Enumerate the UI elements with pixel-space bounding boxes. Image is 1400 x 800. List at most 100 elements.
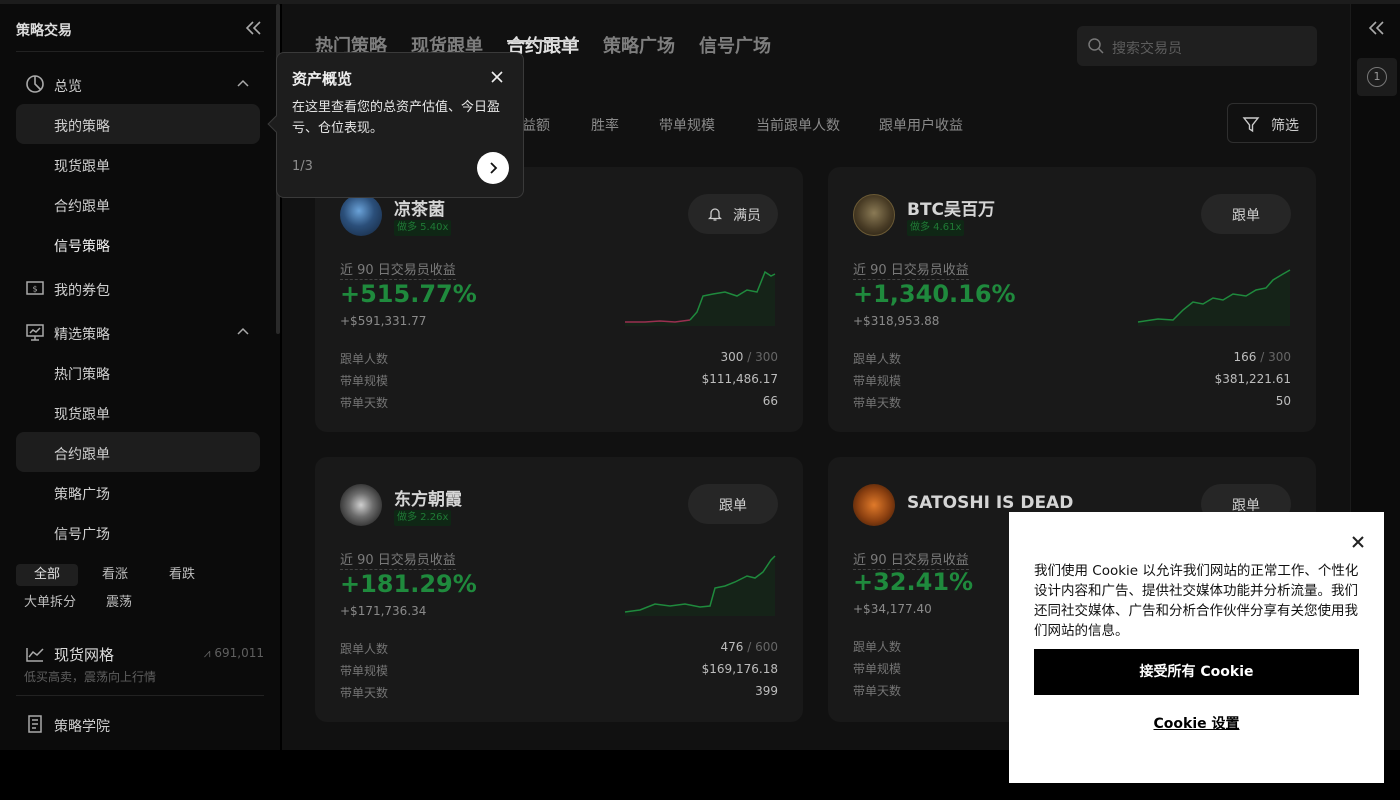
sidebar-item-academy[interactable]: 策略学院 [16,704,260,744]
collapse-left-icon[interactable] [244,18,264,38]
sidebar-item-hot[interactable]: 热门策略 [16,352,260,392]
pnl-sparkline [1137,269,1291,326]
filter-button[interactable]: 筛选 [1227,103,1317,143]
tooltip-step: 1/3 [292,159,313,174]
filter-chip-bull[interactable]: 看涨 [94,564,136,586]
filter-chip-all[interactable]: 全部 [16,564,78,586]
sidebar-item-label: 合约跟单 [54,199,110,215]
filter-chip-range[interactable]: 震荡 [98,592,140,614]
sidebar-item-label: 信号策略 [54,239,110,255]
trader-name: SATOSHI IS DEAD [907,493,1074,513]
leverage-badge: 做多 2.26x [394,510,452,526]
button-label: 跟单 [719,498,747,514]
pnl-label: 近 90 日交易员收益 [853,549,969,570]
full-button[interactable]: 满员 [688,194,778,234]
line-chart-icon [26,648,44,662]
chevron-up-icon [237,327,249,335]
trader-card[interactable]: 东方朝霞 做多 2.26x 跟单 近 90 日交易员收益 +181.29% +$… [315,457,803,722]
aum-value: $381,221.61 [1214,372,1291,386]
close-icon[interactable] [489,69,505,85]
rail-badge[interactable]: 1 [1357,58,1397,96]
sidebar-item-coupons[interactable]: $ 我的券包 [16,268,260,308]
tab-plaza[interactable]: 策略广场 [603,32,675,58]
sidebar-item-featured[interactable]: 精选策略 [16,312,260,352]
active-tab-indicator [507,40,579,42]
sidebar-item-spot-copy[interactable]: 现货跟单 [16,144,260,184]
sidebar-item-spot-copy-2[interactable]: 现货跟单 [16,392,260,432]
aum-label: 带单规模 [853,374,902,388]
cookie-banner: 我们使用 Cookie 以允许我们网站的正常工作、个性化设计内容和广告、提供社交… [1009,512,1384,783]
trader-card[interactable]: 凉茶菌 做多 5.40x 满员 近 90 日交易员收益 +515.77% +$5… [315,167,803,432]
sidebar-item-label: 我的策略 [54,119,110,135]
sidebar-item-label: 现货跟单 [54,159,110,175]
accept-cookies-button[interactable]: 接受所有 Cookie [1034,649,1359,695]
filter-chip-bear[interactable]: 看跌 [161,564,203,586]
users-icon: ⩘ [203,646,215,660]
sort-follower-pnl[interactable]: 跟单用户收益 [879,115,963,135]
trader-name: 凉茶菌 [394,200,445,220]
sidebar-item-label: 热门策略 [54,367,110,383]
search-input[interactable]: 搜索交易员 [1077,26,1317,66]
pie-chart-icon [26,75,44,93]
tooltip-body: 在这里查看您的总资产估值、今日盈亏、仓位表现。 [292,100,501,136]
sidebar-item-label: 总览 [54,79,82,95]
sidebar-item-my-strategy[interactable]: 我的策略 [16,104,260,144]
pnl-label: 近 90 日交易员收益 [853,259,969,280]
pnl-percent: +181.29% [340,570,477,598]
trader-name: BTC吴百万 [907,200,996,220]
grid-subtitle: 低买高卖，震荡向上行情 [24,670,157,684]
copy-button[interactable]: 跟单 [1201,194,1291,234]
document-icon [28,715,42,733]
pnl-usd: +$591,331.77 [340,314,427,328]
spot-grid-item[interactable]: 现货网格 ⩘ 691,011 低买高卖，震荡向上行情 [16,640,264,688]
followers-count: 166 [1233,350,1257,364]
notification-count: 1 [1367,67,1387,87]
copy-button[interactable]: 跟单 [688,484,778,524]
sort-followers[interactable]: 当前跟单人数 [756,115,840,135]
sidebar-item-label: 精选策略 [54,327,110,343]
search-icon [1088,38,1104,54]
aum-label: 带单规模 [853,662,902,676]
close-icon[interactable] [1350,534,1366,550]
avatar [340,484,382,526]
days-value: 66 [762,394,778,408]
pnl-usd: +$171,736.34 [340,604,427,618]
followers-count: 476 [720,640,744,654]
tab-signal[interactable]: 信号广场 [699,32,771,58]
followers-value: 476 / 600 [721,640,779,654]
svg-text:$: $ [32,285,37,294]
cookie-text: 我们使用 Cookie 以允许我们网站的正常工作、个性化设计内容和广告、提供社交… [1034,563,1359,639]
sort-winrate[interactable]: 胜率 [591,115,619,135]
button-label: 满员 [733,208,761,224]
sidebar: 策略交易 总览 我的策略 现货跟单 合约跟单 信号策略 $ 我的券包 精选策略 … [0,4,280,750]
filter-chip-split[interactable]: 大单拆分 [16,592,84,614]
sidebar-item-label: 策略广场 [54,487,110,503]
pnl-usd: +$318,953.88 [853,314,940,328]
followers-label: 跟单人数 [340,352,389,366]
cookie-settings-link[interactable]: Cookie 设置 [1034,713,1359,733]
sidebar-item-label: 信号广场 [54,527,110,543]
pnl-sparkline [624,555,776,616]
sort-aum[interactable]: 带单规模 [659,115,715,135]
grid-user-count-value: 691,011 [214,646,264,660]
sidebar-item-signal-plaza[interactable]: 信号广场 [16,512,260,552]
divider [16,51,264,52]
trader-card[interactable]: BTC吴百万 做多 4.61x 跟单 近 90 日交易员收益 +1,340.16… [828,167,1316,432]
avatar [853,484,895,526]
avatar [340,194,382,236]
collapse-left-icon[interactable] [1367,18,1387,38]
sidebar-item-plaza[interactable]: 策略广场 [16,472,260,512]
sidebar-item-futures-copy[interactable]: 合约跟单 [16,184,260,224]
sort-pnl-amount[interactable]: 益额 [522,115,550,135]
days-label: 带单天数 [853,396,902,410]
next-button[interactable] [477,152,509,184]
sidebar-item-overview[interactable]: 总览 [16,64,260,104]
sidebar-item-futures-copy-2[interactable]: 合约跟单 [16,432,260,472]
ticket-icon: $ [26,281,44,295]
funnel-icon [1242,117,1260,133]
pnl-percent: +515.77% [340,280,477,308]
sidebar-item-signal-strategy[interactable]: 信号策略 [16,224,260,264]
followers-count: 300 [720,350,744,364]
followers-label: 跟单人数 [340,642,389,656]
avatar [853,194,895,236]
